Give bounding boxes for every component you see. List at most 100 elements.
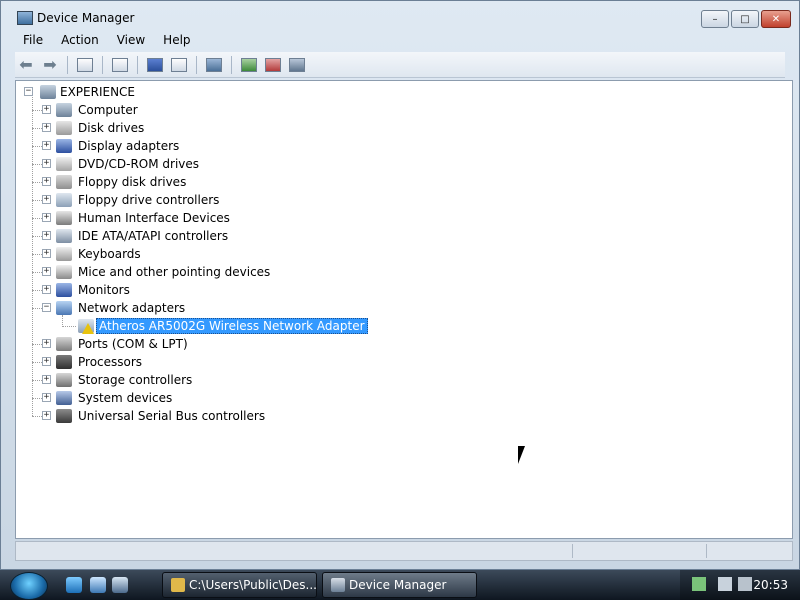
tree-item[interactable]: + Universal Serial Bus controllers [16,407,416,425]
minimize-button[interactable]: – [701,10,729,28]
back-button[interactable]: ⬅ [15,55,37,75]
status-separator [706,544,707,558]
close-button[interactable]: ✕ [761,10,791,28]
menu-help[interactable]: Help [155,31,198,51]
collapse-icon[interactable]: − [42,303,51,312]
expand-icon[interactable]: + [42,393,51,402]
selected-device-label: Atheros AR5002G Wireless Network Adapter [96,318,368,334]
network-status-icon[interactable] [718,577,732,591]
uninstall-button[interactable] [262,55,284,75]
tree-item[interactable]: + Monitors [16,281,416,299]
toolbar: ⬅ ➡ [15,52,785,78]
toolbar-separator [137,55,138,74]
expand-icon[interactable]: + [42,105,51,114]
switch-windows-icon[interactable] [112,577,128,593]
expand-icon[interactable]: + [42,141,51,150]
title-bar[interactable]: Device Manager – □ ✕ [1,1,799,31]
disable-button[interactable] [286,55,308,75]
tree-item[interactable]: + Human Interface Devices [16,209,416,227]
menu-file[interactable]: File [15,31,51,51]
expand-icon[interactable]: + [42,231,51,240]
internet-explorer-icon[interactable] [66,577,82,593]
show-hide-console-tree-button[interactable] [74,55,96,75]
tree-item[interactable]: + System devices [16,389,416,407]
tree-item[interactable]: + Mice and other pointing devices [16,263,416,281]
back-arrow-icon: ⬅ [19,54,33,74]
expand-icon[interactable]: + [42,249,51,258]
expand-icon[interactable]: + [42,375,51,384]
scan-hardware-button[interactable] [203,55,225,75]
tree-item[interactable]: + Keyboards [16,245,416,263]
port-icon [56,337,72,351]
clock[interactable]: 20:53 [753,578,788,592]
properties-button[interactable] [109,55,131,75]
tree-item-label: Ports (COM & LPT) [78,337,188,351]
expand-icon[interactable]: + [42,159,51,168]
tree-item-label: Processors [78,355,143,369]
expand-icon[interactable]: + [42,213,51,222]
show-desktop-icon[interactable] [90,577,106,593]
expand-icon[interactable]: + [42,123,51,132]
tree-item[interactable]: + Floppy drive controllers [16,191,416,209]
help-button[interactable] [144,55,166,75]
usb-icon [56,409,72,423]
update-driver-button[interactable] [238,55,260,75]
device-tree[interactable]: − EXPERIENCE + Computer + Disk drives + Displ… [15,80,793,539]
volume-muted-icon[interactable] [738,577,752,591]
hid-icon [56,211,72,225]
device-manager-icon [331,578,345,592]
expand-icon[interactable]: + [42,339,51,348]
tree-child-row[interactable]: Atheros AR5002G Wireless Network Adapter [16,317,416,335]
tree-root[interactable]: − EXPERIENCE [16,83,316,101]
tree-item[interactable]: + DVD/CD-ROM drives [16,155,416,173]
expand-icon[interactable]: + [42,195,51,204]
start-button[interactable] [10,572,48,600]
tree-item[interactable]: + Computer [16,101,416,119]
tree-item[interactable]: + Disk drives [16,119,416,137]
update-driver-icon [241,57,257,72]
tree-item[interactable]: + Storage controllers [16,371,416,389]
maximize-button[interactable]: □ [731,10,759,28]
tree-item[interactable]: + Ports (COM & LPT) [16,335,416,353]
computer-icon [56,103,72,117]
tree-item-label: Human Interface Devices [78,211,230,225]
disable-icon [289,57,305,72]
taskbar-device-manager-button[interactable]: Device Manager [322,572,477,598]
action-pane-button[interactable] [168,55,190,75]
expand-icon[interactable]: + [42,357,51,366]
console-tree-icon [77,57,93,72]
floppy-controller-icon [56,193,72,207]
tree-item-label: Network adapters [78,301,186,315]
expand-icon[interactable]: + [42,267,51,276]
disk-drive-icon [56,121,72,135]
system-icon [56,391,72,405]
collapse-icon[interactable]: − [24,87,33,96]
toolbar-separator [102,55,103,74]
action-pane-icon [171,57,187,72]
expand-icon[interactable]: + [42,285,51,294]
toolbar-separator [67,55,68,74]
expand-icon[interactable]: + [42,177,51,186]
tree-item[interactable]: − Network adapters [16,299,416,317]
tree-guide [62,326,76,327]
forward-button[interactable]: ➡ [39,55,61,75]
expand-icon[interactable]: + [42,411,51,420]
floppy-icon [56,175,72,189]
help-icon [147,57,163,72]
monitor-icon [56,283,72,297]
tree-item[interactable]: + Processors [16,353,416,371]
storage-icon [56,373,72,387]
taskbar-folder-button[interactable]: C:\Users\Public\Des... [162,572,317,598]
tree-item[interactable]: + Display adapters [16,137,416,155]
safe-remove-icon[interactable] [692,577,706,591]
mouse-cursor-icon [518,446,525,464]
dvd-icon [56,157,72,171]
tree-item[interactable]: + IDE ATA/ATAPI controllers [16,227,416,245]
toolbar-separator [196,55,197,74]
menu-action[interactable]: Action [53,31,107,51]
menu-view[interactable]: View [109,31,153,51]
menu-bar: File Action View Help [15,31,785,51]
tree-item[interactable]: + Floppy disk drives [16,173,416,191]
window-controls: – □ ✕ [701,10,791,28]
computer-root-icon [40,85,56,99]
